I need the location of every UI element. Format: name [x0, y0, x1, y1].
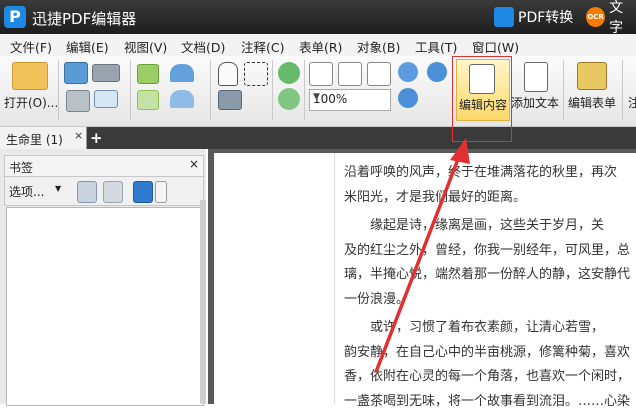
bookmark-menu-chevron-icon[interactable] [155, 181, 167, 203]
fit-page-icon[interactable] [338, 62, 362, 86]
open-folder-icon[interactable] [12, 62, 48, 90]
bookmark-options-dropdown[interactable]: 选项... [9, 183, 44, 200]
zoom-select[interactable]: 100% ▼ [309, 89, 391, 111]
document-text-line[interactable]: 一盏茶喝到无味，将一个故事看到流泪。……心染 [344, 390, 630, 414]
menu-file[interactable]: 文件(F) [10, 37, 52, 56]
close-panel-icon[interactable]: × [189, 157, 199, 171]
page-margin-line [334, 153, 335, 404]
document-text-line[interactable]: 及的红尘之外，曾经，你我一别经年，可风里，总 [344, 239, 630, 264]
undo-icon[interactable] [170, 64, 194, 82]
prev-page-icon[interactable] [137, 64, 159, 84]
pdf-convert-label: PDF转换 [518, 10, 574, 26]
annotation-tool-label-partial[interactable]: 注 [628, 94, 636, 111]
menu-edit[interactable]: 编辑(E) [66, 37, 109, 56]
toolbar-separator [130, 60, 131, 120]
snapshot-camera-icon[interactable] [218, 90, 242, 110]
menu-comment[interactable]: 注释(C) [241, 37, 284, 56]
zoom-out-icon[interactable] [427, 62, 447, 82]
bookmark-list[interactable] [6, 207, 204, 406]
toolbar-separator [563, 60, 564, 120]
chevron-down-icon[interactable]: ▼ [313, 92, 388, 102]
document-text-line[interactable]: 沿着呼唤的风声，终于在堆满落花的秋里，再次 [344, 161, 617, 186]
document-tab-bar: 生命里 (1) × + [0, 127, 636, 149]
sidebar-scrollbar[interactable] [200, 200, 206, 404]
hand-tool-icon[interactable] [218, 62, 238, 86]
toolbar-separator [622, 60, 623, 120]
redo-icon[interactable] [170, 90, 194, 108]
actual-size-icon[interactable] [309, 62, 333, 86]
document-text-line[interactable]: 香，依附在心灵的每一个角落，也喜欢一个闲时， [344, 365, 630, 390]
fit-width-icon[interactable] [367, 62, 391, 86]
tab-document-label: 生命里 (1) [6, 133, 63, 147]
toolbar-separator [304, 60, 305, 120]
menu-document[interactable]: 文档(D) [181, 37, 225, 56]
close-tab-icon[interactable]: × [74, 129, 83, 142]
select-text-icon[interactable] [244, 62, 268, 86]
pdf-convert-button[interactable]: PDF转换 [494, 6, 573, 28]
bookmark-sidebar: 书签 × 选项... ▼ [0, 149, 206, 406]
open-button-label[interactable]: 打开(O)... [4, 94, 58, 111]
bookmark-delete-icon[interactable] [103, 181, 123, 203]
bookmark-new-icon[interactable] [133, 181, 153, 203]
document-text-line[interactable]: 一份浪漫。 [344, 288, 409, 313]
main-toolbar: 打开(O)... 100% ▼ 编辑内容 添加文本 编辑表单 注 [0, 56, 636, 127]
pdf-convert-icon [494, 7, 514, 27]
document-view: 沿着呼唤的风声，终于在堆满落花的秋里，再次 米阳光，才是我们最好的距离。 缘起是… [208, 149, 636, 409]
title-bar: P 迅捷PDF编辑器 PDF转换 OCR 文字 [0, 0, 636, 36]
document-page: 沿着呼唤的风声，终于在堆满落花的秋里，再次 米阳光，才是我们最好的距离。 缘起是… [214, 153, 636, 409]
next-page-icon[interactable] [137, 90, 159, 110]
menu-bar: 文件(F) 编辑(E) 视图(V) 文档(D) 注释(C) 表单(R) 对象(B… [0, 34, 636, 57]
document-text-line[interactable]: 璃，半掩心悦，端然着那一份醉人的静，这安静代 [344, 263, 630, 288]
rotate-clockwise-icon[interactable] [278, 62, 300, 84]
ocr-text-button[interactable]: OCR 文字 [586, 0, 636, 36]
app-title: 迅捷PDF编辑器 [32, 10, 137, 28]
zoom-plus-icon[interactable] [398, 88, 418, 108]
add-text-label[interactable]: 添加文本 [511, 94, 559, 111]
menu-form[interactable]: 表单(R) [299, 37, 342, 56]
bookmark-panel-toolbar: 选项... ▼ [4, 177, 204, 206]
document-text-line[interactable]: 或许，习惯了着布衣素颜，让清心若雪， [344, 316, 604, 341]
annotation-highlight-box [452, 56, 512, 142]
edit-form-icon[interactable] [577, 62, 607, 90]
document-text-line[interactable]: 缘起是诗，缘离是画，这些关于岁月，关 [344, 214, 604, 239]
menu-tools[interactable]: 工具(T) [415, 37, 457, 56]
zoom-in-magnifier-icon[interactable] [398, 62, 418, 82]
ocr-icon: OCR [586, 7, 606, 27]
toolbar-separator [210, 60, 211, 120]
bookmark-add-icon[interactable] [77, 181, 97, 203]
menu-window[interactable]: 窗口(W) [472, 37, 519, 56]
menu-object[interactable]: 对象(B) [357, 37, 400, 56]
bookmark-panel-title: 书签 [9, 161, 34, 175]
app-logo-icon: P [4, 6, 26, 28]
save-icon[interactable] [64, 62, 88, 84]
email-icon[interactable] [94, 90, 118, 108]
edit-form-label[interactable]: 编辑表单 [568, 94, 616, 111]
add-text-icon[interactable] [524, 62, 548, 92]
menu-view[interactable]: 视图(V) [124, 37, 167, 56]
scanner-icon[interactable] [92, 64, 120, 82]
toolbar-separator [58, 60, 59, 120]
print-icon[interactable] [66, 90, 90, 112]
chevron-down-icon[interactable]: ▼ [55, 184, 61, 193]
toolbar-separator [272, 60, 273, 120]
bookmark-panel-header: 书签 × [4, 155, 204, 177]
document-text-line[interactable]: 韵安静，在自己心中的半亩桃源，修篱种菊，喜欢 [344, 341, 630, 366]
ocr-text-label: 文字 [609, 0, 624, 36]
add-tab-icon[interactable]: + [90, 129, 103, 147]
tab-document[interactable]: 生命里 (1) × [0, 127, 87, 149]
document-text-line[interactable]: 米阳光，才是我们最好的距离。 [344, 186, 526, 211]
rotate-counterclockwise-icon[interactable] [278, 88, 300, 110]
